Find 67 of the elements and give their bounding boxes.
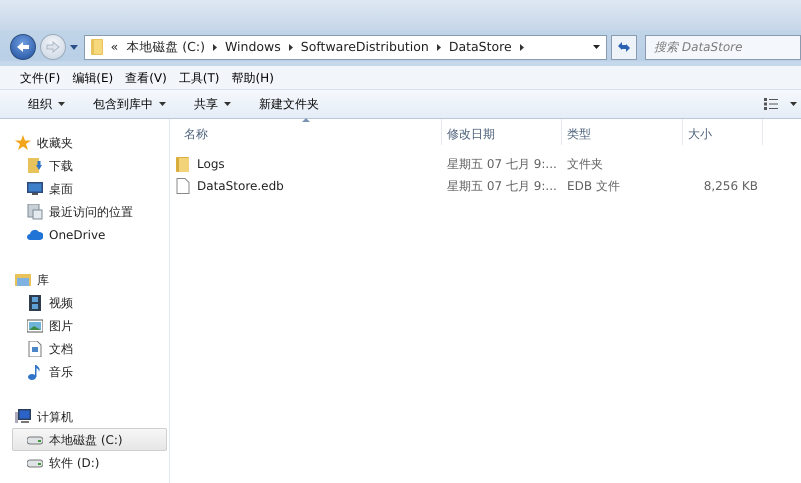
type-cell-text: EDB 文件 (566, 178, 621, 195)
folder-icon (175, 156, 191, 172)
dropdown-icon[interactable] (593, 45, 600, 49)
breadcrumb-segment[interactable]: 本地磁盘 (C:) (126, 38, 205, 56)
library-folder-icon (15, 272, 31, 288)
folder-icon (90, 39, 103, 55)
sidebar-item[interactable]: 文档 (12, 337, 167, 360)
file-icon (175, 178, 191, 194)
menu-item[interactable]: 编辑(E) (66, 68, 120, 86)
caret-icon (224, 102, 231, 106)
menu-item[interactable]: 工具(T) (172, 68, 226, 86)
column-header[interactable]: 修改日期 (442, 119, 562, 145)
column-header[interactable]: 名称 (170, 119, 442, 145)
menu-item[interactable]: 帮助(H) (226, 68, 280, 86)
right-arrow-icon (46, 41, 60, 53)
computer-icon (15, 408, 31, 424)
breadcrumb-segment[interactable]: DataStore (448, 38, 512, 56)
sidebar-header[interactable]: 收藏夹 (12, 131, 167, 154)
chevron-right-icon[interactable] (436, 44, 441, 50)
document-icon (27, 340, 43, 356)
refresh-icon (617, 41, 632, 53)
column-header[interactable]: 类型 (562, 119, 683, 145)
sidebar-item[interactable]: OneDrive (12, 223, 167, 246)
menu-item[interactable]: 查看(V) (119, 68, 173, 86)
toolbar-button[interactable]: 包含到库中 (85, 95, 174, 113)
breadcrumb-overflow[interactable]: « (110, 38, 118, 56)
sidebar-header[interactable]: 库 (12, 268, 167, 291)
date-cell-text: 星期五 07 七月 9:... (446, 178, 558, 195)
menu-item[interactable]: 文件(F) (14, 68, 66, 86)
caret-icon (159, 102, 166, 106)
sidebar-item[interactable]: 下载 (12, 154, 167, 177)
back-button[interactable] (10, 34, 36, 60)
star-icon (15, 134, 31, 150)
chevron-right-icon[interactable] (212, 44, 217, 50)
caret-icon[interactable] (790, 102, 797, 106)
sidebar-item[interactable]: 音乐 (12, 360, 167, 383)
sidebar-header[interactable]: 计算机 (12, 405, 167, 428)
caret-icon (58, 102, 65, 106)
breadcrumb-segment[interactable]: Windows (224, 38, 281, 56)
film-icon (27, 294, 43, 310)
toolbar-button[interactable]: 新建文件夹 (251, 95, 327, 113)
type-cell-text: 文件夹 (566, 156, 604, 173)
sidebar-item[interactable]: 桌面 (12, 177, 167, 200)
chevron-right-icon[interactable] (520, 44, 524, 50)
sidebar-item[interactable]: 最近访问的位置 (12, 200, 167, 223)
recent-places-icon (27, 204, 43, 220)
picture-icon (27, 318, 43, 334)
folder-download-icon (27, 158, 43, 174)
monitor-icon (27, 180, 43, 196)
sidebar-item[interactable]: 图片 (12, 314, 167, 337)
date-cell-text: 星期五 07 七月 9:... (446, 156, 558, 173)
size-cell-text: 8,256 KB (702, 178, 759, 195)
toolbar-button[interactable]: 共享 (186, 95, 239, 113)
breadcrumb-segment[interactable]: SoftwareDistribution (300, 38, 429, 56)
file-name[interactable]: DataStore.edb (170, 177, 442, 195)
address-bar[interactable]: « 本地磁盘 (C:) Windows SoftwareDistribution DataStore (84, 34, 608, 60)
search-field[interactable]: 搜索 DataStore (645, 34, 801, 60)
chevron-right-icon[interactable] (288, 44, 293, 50)
sidebar-item[interactable]: 软件 (D:) (12, 451, 167, 474)
sidebar-item[interactable]: 视频 (12, 291, 167, 314)
left-arrow-icon (16, 41, 30, 53)
sidebar-item[interactable]: 本地磁盘 (C:) (12, 428, 167, 451)
view-options-icon[interactable] (764, 98, 778, 110)
refresh-button[interactable] (611, 34, 638, 60)
file-name[interactable]: Logs (170, 155, 442, 173)
toolbar-button[interactable]: 组织 (20, 95, 73, 113)
column-header[interactable]: 大小 (683, 119, 763, 145)
